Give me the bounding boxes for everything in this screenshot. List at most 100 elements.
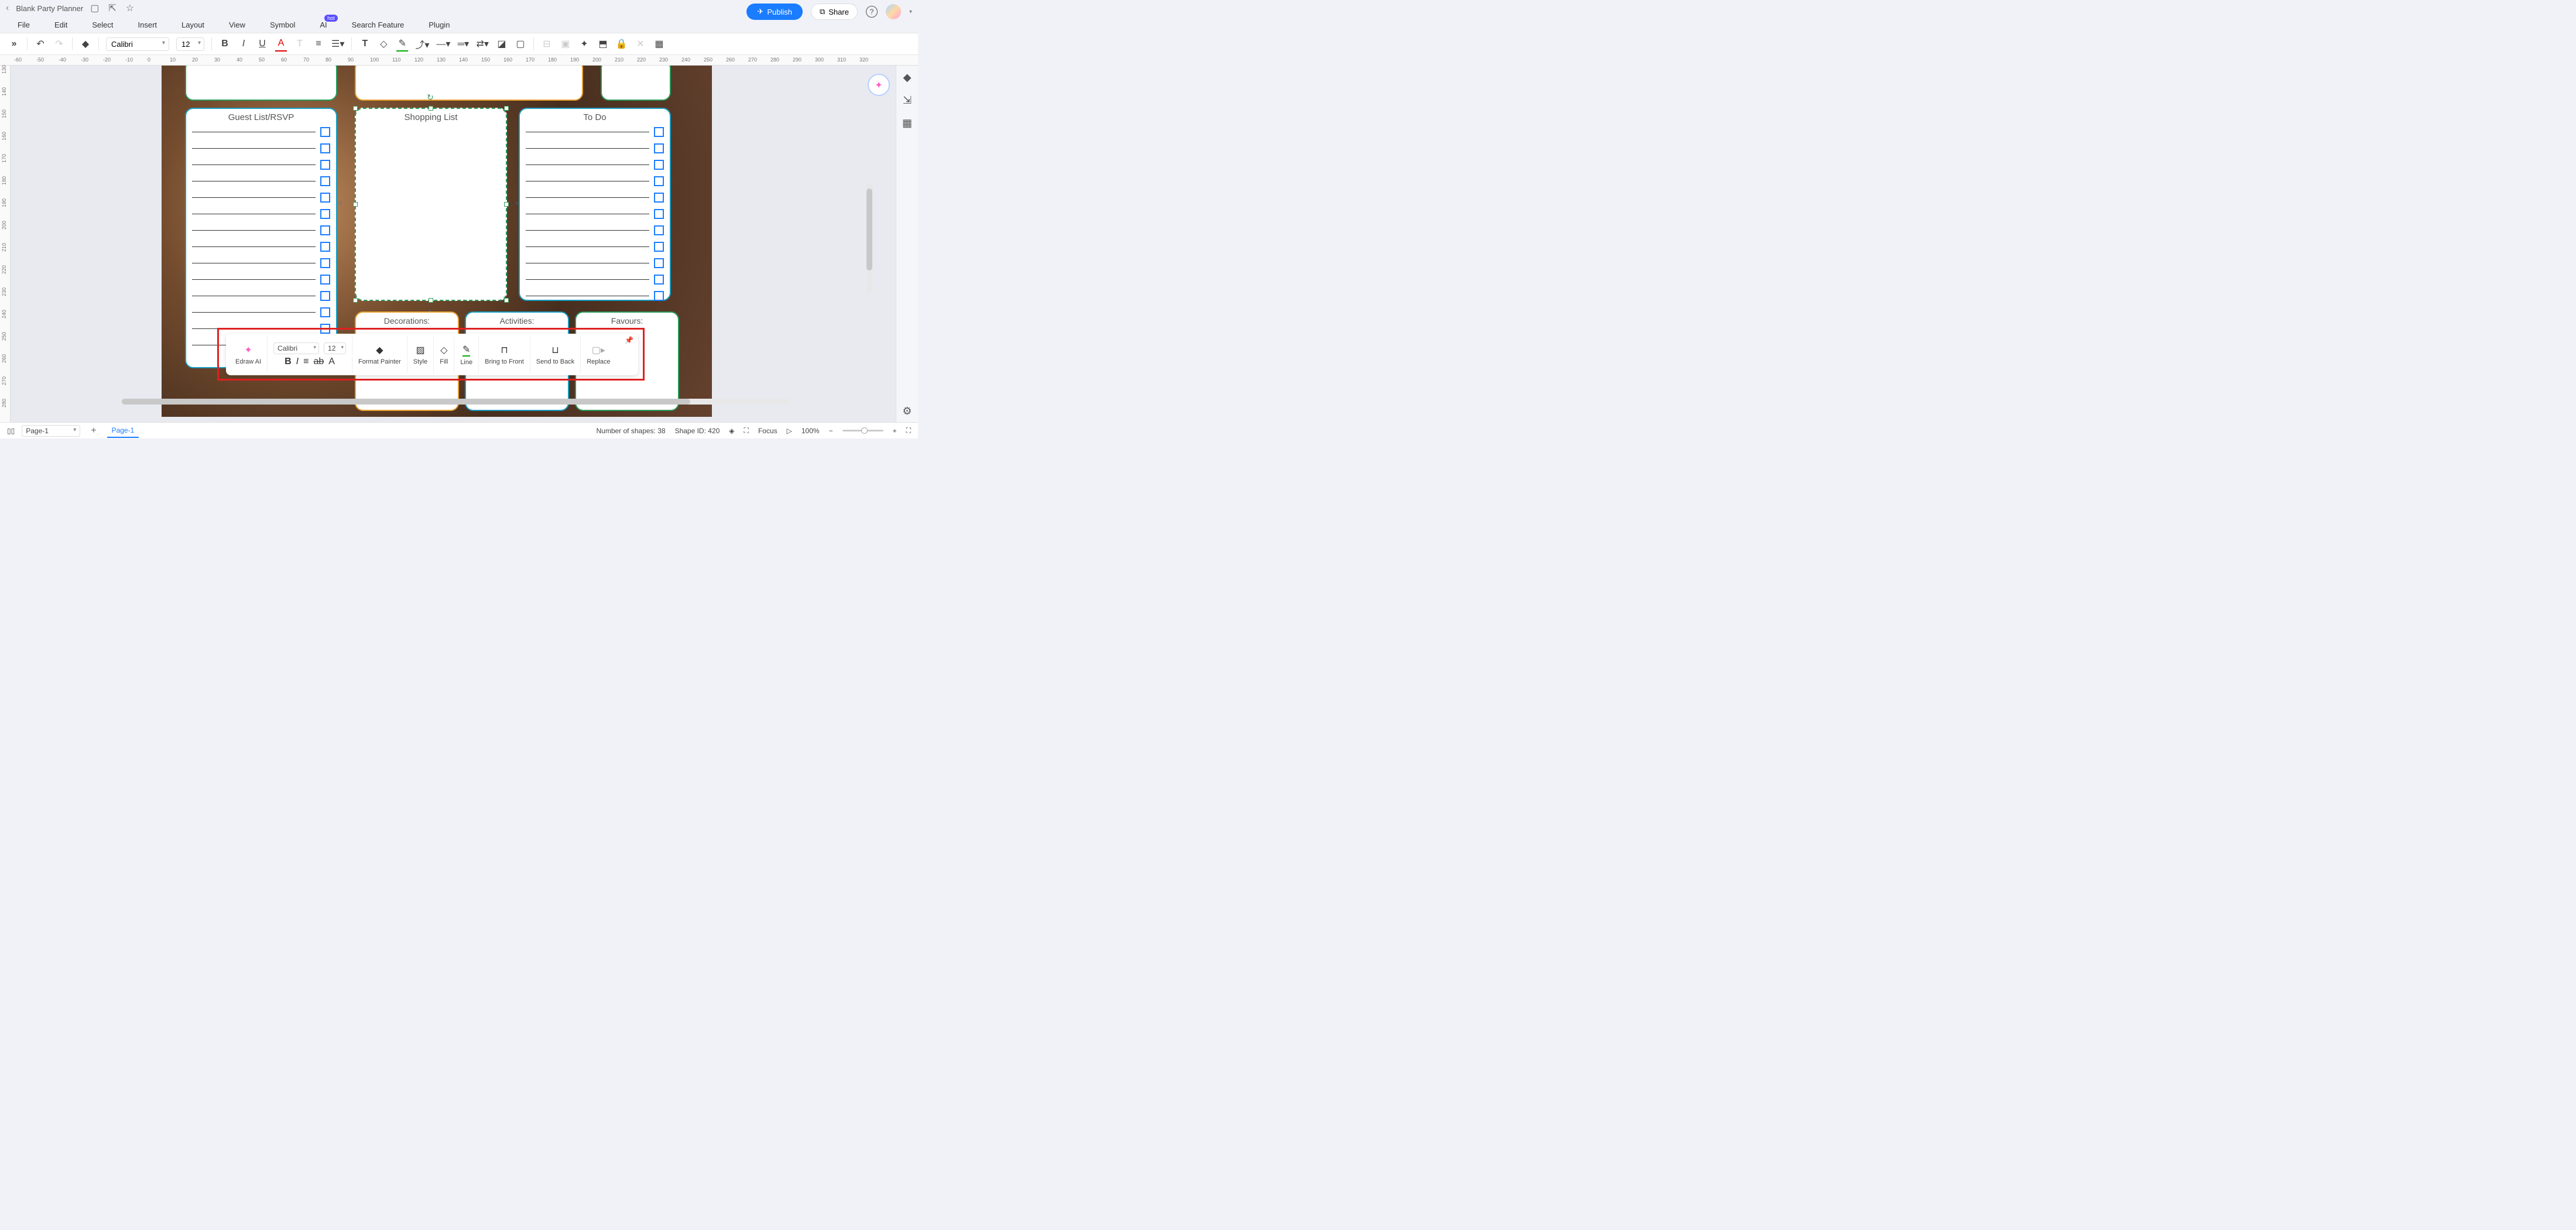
- align-left-icon[interactable]: ≡: [313, 36, 324, 52]
- ai-assistant-badge[interactable]: ✦: [868, 74, 890, 96]
- checkbox[interactable]: [320, 209, 330, 219]
- font-size-select[interactable]: 12: [176, 37, 204, 51]
- checkbox[interactable]: [654, 209, 664, 219]
- data-icon[interactable]: ▦: [653, 36, 665, 52]
- settings-panel-icon[interactable]: ⚙: [902, 405, 912, 417]
- fullscreen-icon[interactable]: ⛶: [906, 426, 911, 435]
- effects-icon[interactable]: ✦: [578, 36, 590, 52]
- checkbox[interactable]: [320, 242, 330, 252]
- layers-icon[interactable]: ◈: [729, 427, 734, 435]
- star-icon[interactable]: ☆: [126, 2, 134, 14]
- connector-icon[interactable]: ⤴▾: [415, 36, 429, 52]
- float-italic-icon[interactable]: I: [296, 357, 299, 367]
- shadow-icon[interactable]: ◪: [496, 36, 508, 52]
- menu-file[interactable]: File: [18, 20, 30, 29]
- checkbox[interactable]: [654, 143, 664, 153]
- menu-insert[interactable]: Insert: [138, 20, 157, 29]
- arrow-style-icon[interactable]: ⇄▾: [476, 36, 488, 52]
- checkbox[interactable]: [654, 275, 664, 285]
- menu-view[interactable]: View: [229, 20, 245, 29]
- focus-label[interactable]: Focus: [758, 427, 777, 435]
- menu-symbol[interactable]: Symbol: [270, 20, 295, 29]
- fit-icon[interactable]: ⛶: [744, 426, 749, 435]
- group-icon[interactable]: ▣: [560, 36, 571, 52]
- bring-to-front-icon[interactable]: ⊓: [501, 344, 508, 356]
- top-card-left[interactable]: [185, 66, 337, 101]
- page-selector[interactable]: Page-1: [22, 425, 80, 437]
- checkbox[interactable]: [654, 242, 664, 252]
- todo-card[interactable]: To Do: [519, 108, 671, 301]
- export-panel-icon[interactable]: ⇲: [903, 94, 912, 107]
- checkbox[interactable]: [320, 143, 330, 153]
- checkbox[interactable]: [320, 291, 330, 301]
- float-font-color-icon[interactable]: A: [328, 357, 335, 367]
- pin-icon[interactable]: 📌: [625, 336, 633, 344]
- menu-plugin[interactable]: Plugin: [429, 20, 450, 29]
- lock-icon[interactable]: 🔒: [616, 36, 628, 52]
- help-icon[interactable]: ?: [866, 6, 878, 18]
- float-align-icon[interactable]: ≡: [303, 357, 309, 367]
- checkbox[interactable]: [654, 193, 664, 203]
- checkbox[interactable]: [320, 176, 330, 186]
- top-card-right[interactable]: [601, 66, 671, 101]
- checkbox[interactable]: [320, 127, 330, 137]
- font-color-icon[interactable]: A: [275, 36, 287, 52]
- tools-icon[interactable]: ✕: [635, 36, 646, 52]
- zoom-out-icon[interactable]: −: [829, 427, 833, 435]
- vertical-scrollbar[interactable]: [866, 183, 872, 294]
- checkbox[interactable]: [654, 258, 664, 268]
- checkbox[interactable]: [320, 275, 330, 285]
- menu-select[interactable]: Select: [92, 20, 113, 29]
- add-page-button[interactable]: +: [87, 426, 100, 436]
- menu-ai[interactable]: AIhot: [320, 20, 327, 29]
- rotate-handle-icon[interactable]: ↻: [427, 92, 435, 101]
- float-font-select[interactable]: Calibri: [273, 342, 319, 354]
- bold-icon[interactable]: B: [219, 36, 231, 52]
- publish-button[interactable]: ✈Publish: [746, 4, 803, 20]
- export-icon[interactable]: ⇱: [108, 2, 116, 14]
- float-fill-icon[interactable]: ◇: [440, 344, 447, 356]
- page-layout-icon[interactable]: ▯▯: [7, 427, 15, 435]
- crop-icon[interactable]: ⬒: [597, 36, 609, 52]
- text-box-icon[interactable]: T: [359, 36, 371, 52]
- grid-panel-icon[interactable]: ▦: [902, 117, 912, 129]
- zoom-in-icon[interactable]: +: [893, 427, 897, 435]
- float-line-icon[interactable]: ✎: [463, 344, 470, 357]
- menu-search-feature[interactable]: Search Feature: [352, 20, 405, 29]
- radius-icon[interactable]: ▢: [515, 36, 526, 52]
- left-anchor-icon[interactable]: ○: [338, 200, 347, 208]
- float-format-painter-icon[interactable]: ◆: [376, 344, 383, 356]
- float-size-select[interactable]: 12: [324, 342, 346, 354]
- horizontal-scrollbar[interactable]: [122, 399, 790, 405]
- checkbox[interactable]: [320, 258, 330, 268]
- line-weight-icon[interactable]: ═▾: [457, 36, 469, 52]
- save-icon[interactable]: ▢: [90, 2, 99, 14]
- zoom-slider[interactable]: [842, 430, 883, 431]
- send-to-back-icon[interactable]: ⊔: [551, 344, 559, 356]
- share-button[interactable]: ⧉Share: [811, 4, 858, 20]
- shopping-list-card[interactable]: Shopping List ↻ ◇ ○ ○: [355, 108, 507, 301]
- checkbox[interactable]: [320, 307, 330, 317]
- line-spacing-icon[interactable]: ☰▾: [331, 36, 344, 52]
- play-icon[interactable]: ▷: [787, 427, 792, 435]
- text-tool-icon[interactable]: T: [294, 36, 306, 52]
- float-bold-icon[interactable]: B: [285, 357, 292, 367]
- line-style-icon[interactable]: —▾: [436, 36, 450, 52]
- page-tab[interactable]: Page-1: [107, 424, 139, 438]
- checkbox[interactable]: [654, 225, 664, 235]
- redo-icon[interactable]: ↷: [53, 36, 65, 52]
- checkbox[interactable]: [320, 160, 330, 170]
- float-strike-icon[interactable]: ab: [313, 357, 324, 367]
- checkbox[interactable]: [654, 160, 664, 170]
- replace-icon[interactable]: ▢▸: [592, 344, 605, 356]
- underline-icon[interactable]: U: [256, 36, 268, 52]
- fill-icon[interactable]: ◇: [378, 36, 389, 52]
- format-painter-icon[interactable]: ◆: [80, 36, 91, 52]
- checkbox[interactable]: [320, 225, 330, 235]
- checkbox[interactable]: [320, 193, 330, 203]
- top-card-mid[interactable]: [355, 66, 583, 101]
- font-family-select[interactable]: Calibri: [106, 37, 169, 51]
- align-objects-icon[interactable]: ⊟: [541, 36, 553, 52]
- avatar[interactable]: [886, 4, 901, 19]
- checkbox[interactable]: [654, 127, 664, 137]
